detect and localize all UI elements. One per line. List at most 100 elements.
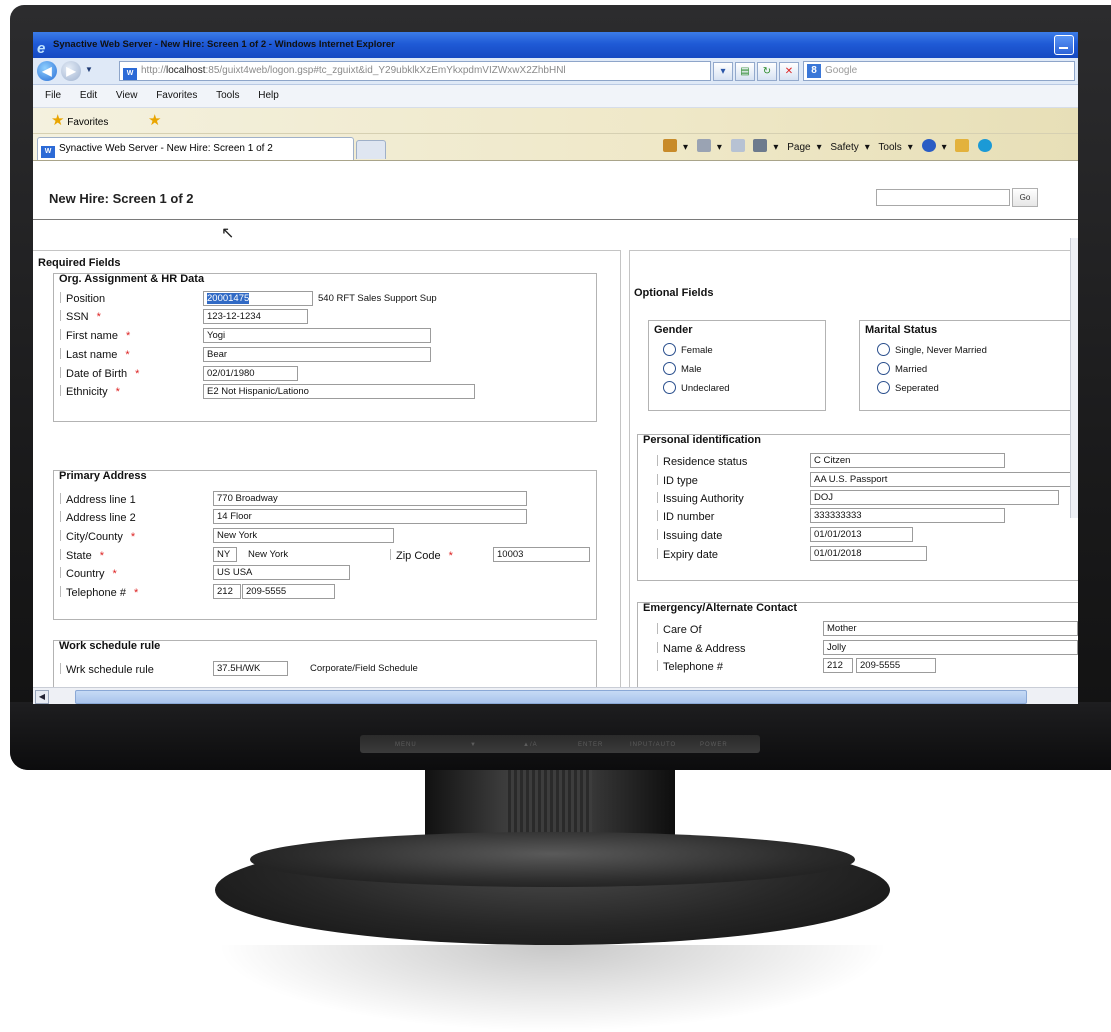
monitor-base-top	[250, 832, 855, 887]
monitor-button-label: ▼	[470, 742, 477, 748]
print-icon[interactable]	[753, 139, 768, 152]
new-tab-button[interactable]	[356, 140, 386, 159]
name-address-label: Name & Address	[657, 642, 746, 655]
command-input[interactable]	[876, 189, 1010, 206]
zip-field[interactable]: 10003	[493, 547, 590, 562]
position-label: Position	[60, 292, 105, 305]
state-label: State *	[60, 549, 104, 562]
country-label: Country *	[60, 567, 117, 580]
go-button[interactable]: Go	[1012, 188, 1038, 207]
monitor-button-label: ▲/A	[523, 742, 538, 748]
first-name-label: First name *	[60, 329, 130, 342]
marital-single-radio[interactable]: Single, Never Married	[877, 343, 987, 357]
compatibility-view-icon[interactable]: ▤	[735, 62, 755, 81]
emergency-telephone-number-field[interactable]: 209-5555	[856, 658, 936, 673]
vertical-scrollbar[interactable]	[1070, 238, 1078, 518]
menu-favorites[interactable]: Favorites	[156, 90, 197, 101]
marital-separated-radio[interactable]: Seperated	[877, 381, 939, 395]
menu-tools[interactable]: Tools	[216, 90, 239, 101]
emergency-contact-title: Emergency/Alternate Contact	[643, 602, 798, 614]
page-content: New Hire: Screen 1 of 2 Go ↖ Required Fi…	[33, 161, 1078, 694]
horizontal-scrollbar[interactable]: ◀	[33, 687, 1078, 704]
care-of-field[interactable]: Mother	[823, 621, 1078, 636]
issuing-date-field[interactable]: 01/01/2013	[810, 527, 913, 542]
gender-female-radio[interactable]: Female	[663, 343, 713, 357]
monitor-reflection	[215, 945, 890, 1032]
scroll-left-icon[interactable]: ◀	[35, 690, 49, 704]
menu-help[interactable]: Help	[258, 90, 279, 101]
feeds-icon[interactable]	[696, 139, 711, 152]
issuing-authority-field[interactable]: DOJ	[810, 490, 1059, 505]
id-type-label: ID type	[657, 474, 698, 487]
required-fields-header: Required Fields	[38, 257, 121, 269]
site-favicon-icon: W	[41, 146, 55, 158]
site-favicon-icon: W	[123, 68, 137, 80]
id-type-field[interactable]: AA U.S. Passport	[810, 472, 1078, 487]
telephone-area-field[interactable]: 212	[213, 584, 241, 599]
favorites-button[interactable]: ★ Favorites	[51, 108, 108, 135]
primary-address-title: Primary Address	[59, 470, 147, 482]
search-provider-icon: 8	[807, 64, 821, 78]
city-field[interactable]: New York	[213, 528, 394, 543]
command-bar: ▾ ▾ ▾ Page ▾ Safety ▾ Tools ▾ ▾	[663, 138, 998, 158]
stop-icon[interactable]: ✕	[779, 62, 799, 81]
help-icon[interactable]	[921, 139, 936, 152]
history-dropdown-icon[interactable]: ▼	[85, 65, 93, 74]
menu-bar: File Edit View Favorites Tools Help	[33, 85, 1078, 108]
last-name-field[interactable]: Bear	[203, 347, 431, 362]
mouse-cursor-icon: ↖	[221, 225, 235, 242]
menu-file[interactable]: File	[45, 90, 61, 101]
ssn-field[interactable]: 123-12-1234	[203, 309, 308, 324]
mail-icon[interactable]	[730, 139, 745, 152]
safety-menu[interactable]: Safety	[830, 142, 858, 153]
org-assignment-title: Org. Assignment & HR Data	[59, 273, 205, 285]
address-dropdown-button[interactable]: ▾	[713, 62, 733, 81]
dob-label: Date of Birth *	[60, 367, 139, 380]
id-number-field[interactable]: 333333333	[810, 508, 1005, 523]
expiry-date-field[interactable]: 01/01/2018	[810, 546, 927, 561]
minimize-button[interactable]	[1054, 35, 1074, 55]
telephone-label: Telephone # *	[60, 586, 138, 599]
name-address-field[interactable]: Jolly	[823, 640, 1078, 655]
page-title: New Hire: Screen 1 of 2	[49, 191, 194, 206]
work-schedule-field[interactable]: 37.5H/WK	[213, 661, 288, 676]
work-schedule-title: Work schedule rule	[59, 640, 161, 652]
add-favorite-icon[interactable]: ★	[148, 108, 161, 133]
address-line2-field[interactable]: 14 Floor	[213, 509, 527, 524]
refresh-icon[interactable]: ↻	[757, 62, 777, 81]
scrollbar-thumb[interactable]	[75, 690, 1027, 704]
ethnicity-label: Ethnicity *	[60, 385, 120, 398]
page-menu[interactable]: Page	[787, 142, 810, 153]
expiry-date-label: Expiry date	[657, 548, 718, 561]
star-icon: ★	[51, 112, 65, 129]
state-code-field[interactable]: NY	[213, 547, 237, 562]
issuing-authority-label: Issuing Authority	[657, 492, 744, 505]
first-name-field[interactable]: Yogi	[203, 328, 431, 343]
skype-icon[interactable]	[978, 139, 993, 152]
marital-married-radio[interactable]: Married	[877, 362, 927, 376]
research-icon[interactable]	[955, 139, 970, 152]
state-name: New York	[248, 549, 289, 560]
home-icon[interactable]	[663, 139, 677, 152]
menu-view[interactable]: View	[116, 90, 138, 101]
back-button[interactable]: ◀	[37, 61, 57, 81]
gender-male-radio[interactable]: Male	[663, 362, 702, 376]
address-bar[interactable]: Whttp://localhost:85/guixt4web/logon.gsp…	[119, 61, 711, 81]
search-box[interactable]: 8 Google	[803, 61, 1075, 81]
dob-field[interactable]: 02/01/1980	[203, 366, 298, 381]
residence-status-field[interactable]: C Citzen	[810, 453, 1005, 468]
monitor-neck-grip	[508, 770, 592, 840]
tab-new-hire[interactable]: W Synactive Web Server - New Hire: Screen…	[37, 137, 354, 160]
emergency-telephone-area-field[interactable]: 212	[823, 658, 853, 673]
address-line1-field[interactable]: 770 Broadway	[213, 491, 527, 506]
issuing-date-label: Issuing date	[657, 529, 722, 542]
ethnicity-field[interactable]: E2 Not Hispanic/Lationo	[203, 384, 475, 399]
country-field[interactable]: US USA	[213, 565, 350, 580]
gender-undeclared-radio[interactable]: Undeclared	[663, 381, 730, 395]
care-of-label: Care Of	[657, 623, 702, 636]
forward-button[interactable]: ▶	[61, 61, 81, 81]
tools-menu[interactable]: Tools	[878, 142, 901, 153]
menu-edit[interactable]: Edit	[80, 90, 97, 101]
position-field[interactable]: 20001475	[203, 291, 313, 306]
telephone-number-field[interactable]: 209-5555	[242, 584, 335, 599]
